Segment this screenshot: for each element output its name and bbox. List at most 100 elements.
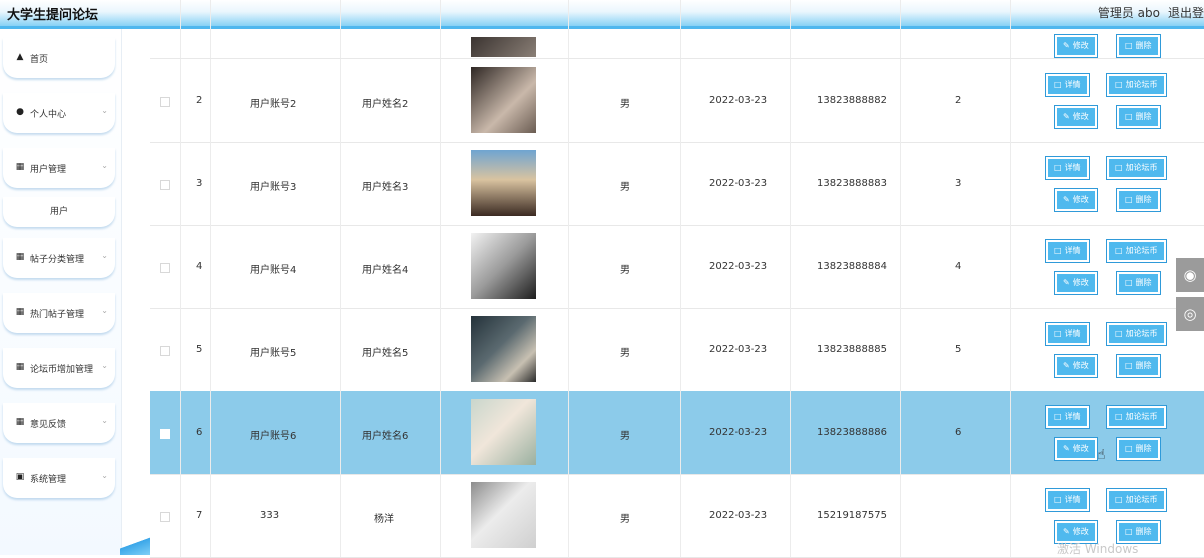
user-photo — [471, 482, 536, 548]
edit-icon: ✎ — [1063, 527, 1070, 536]
row-coins: 4 — [955, 261, 962, 272]
trash-icon: □ — [1125, 195, 1133, 204]
sidebar-item-coin-increase[interactable]: ▦ 论坛币增加管理 ⌄ — [3, 348, 115, 388]
row-date: 2022-03-23 — [709, 344, 768, 355]
add-coin-button[interactable]: □ 加论坛币 — [1107, 323, 1166, 345]
detail-icon: □ — [1054, 80, 1062, 89]
delete-button[interactable]: □ 删除 — [1117, 355, 1160, 377]
delete-button[interactable]: □ 删除 — [1117, 189, 1160, 211]
edit-icon: ✎ — [1063, 444, 1070, 453]
user-photo — [471, 37, 536, 57]
row-id: 2 — [196, 95, 203, 106]
sidebar-subitem-user[interactable]: 用户 — [3, 197, 115, 227]
delete-button[interactable]: □ 删除 — [1117, 106, 1160, 128]
edit-icon: ✎ — [1063, 195, 1070, 204]
row-gender: 男 — [620, 514, 630, 525]
chevron-down-icon: ⌄ — [101, 471, 108, 480]
trash-icon: □ — [1125, 278, 1133, 287]
row-name: 用户姓名3 — [362, 182, 409, 193]
row-checkbox[interactable] — [160, 429, 170, 439]
row-id: 4 — [196, 261, 203, 272]
delete-button[interactable]: □ 删除 — [1117, 438, 1160, 460]
delete-button[interactable]: □ 删除 — [1117, 272, 1160, 294]
sidebar-item-hot-posts[interactable]: ▦ 热门帖子管理 ⌄ — [3, 293, 115, 333]
grid-icon: ▦ — [15, 417, 25, 427]
add-coin-button[interactable]: □ 加论坛币 — [1107, 240, 1166, 262]
edit-button[interactable]: ✎ 修改 — [1055, 106, 1097, 128]
detail-icon: □ — [1054, 495, 1062, 504]
chevron-down-icon: ⌄ — [101, 161, 108, 170]
add-coin-button[interactable]: □ 加论坛币 — [1107, 406, 1166, 428]
row-coins: 3 — [955, 178, 962, 189]
edit-button[interactable]: ✎ 修改 — [1055, 189, 1097, 211]
edit-icon: ✎ — [1063, 361, 1070, 370]
grid-icon: ▦ — [15, 252, 25, 262]
chevron-down-icon: ⌄ — [101, 416, 108, 425]
row-checkbox[interactable] — [160, 512, 170, 522]
detail-button[interactable]: □ 详情 — [1046, 323, 1089, 345]
row-checkbox[interactable] — [160, 97, 170, 107]
detail-button[interactable]: □ 详情 — [1046, 74, 1089, 96]
add-coin-button[interactable]: □ 加论坛币 — [1107, 157, 1166, 179]
chevron-down-icon: ⌄ — [101, 306, 108, 315]
detail-button[interactable]: □ 详情 — [1046, 157, 1089, 179]
grid-icon: ▦ — [15, 307, 25, 317]
sidebar-item-label: 个人中心 — [30, 110, 67, 120]
chevron-down-icon: ⌄ — [101, 361, 108, 370]
hand-cursor-icon: ☝ — [1097, 447, 1106, 463]
row-checkbox[interactable] — [160, 263, 170, 273]
edit-button[interactable]: ✎ 修改 — [1055, 355, 1097, 377]
site-title: 大学生提问论坛 — [7, 8, 99, 23]
edit-icon: ✎ — [1063, 278, 1070, 287]
target-icon[interactable]: ◎ — [1176, 297, 1204, 331]
edit-button[interactable]: ✎ 修改 — [1055, 35, 1097, 57]
edit-button[interactable]: ✎ 修改 — [1055, 438, 1097, 460]
edit-button[interactable]: ✎ 修改 — [1055, 272, 1097, 294]
checkbox-icon: ▣ — [15, 472, 25, 482]
detail-button[interactable]: □ 详情 — [1046, 240, 1089, 262]
row-account: 333 — [260, 510, 280, 521]
sidebar-item-system[interactable]: ▣ 系统管理 ⌄ — [3, 458, 115, 498]
row-name: 用户姓名4 — [362, 265, 409, 276]
detail-button[interactable]: □ 详情 — [1046, 489, 1089, 511]
row-gender: 男 — [620, 431, 630, 442]
sidebar-item-feedback[interactable]: ▦ 意见反馈 ⌄ — [3, 403, 115, 443]
trash-icon: □ — [1125, 444, 1133, 453]
row-phone: 13823888886 — [817, 427, 887, 438]
coin-icon: □ — [1115, 80, 1123, 89]
detail-icon: □ — [1054, 329, 1062, 338]
coin-icon: □ — [1115, 495, 1123, 504]
sidebar: ▲ 首页 ● 个人中心 ⌄ ▦ 用户管理 ⌄ 用户 ▦ 帖子分类管理 ⌄ ▦ 热… — [0, 29, 122, 555]
table-row: 6 用户账号6 用户姓名6 男 2022-03-23 13823888886 6… — [150, 391, 1204, 475]
person-icon: ● — [16, 107, 24, 117]
row-coins: 5 — [955, 344, 962, 355]
row-date: 2022-03-23 — [709, 95, 768, 106]
sidebar-item-personal-center[interactable]: ● 个人中心 ⌄ — [3, 93, 115, 133]
detail-icon: □ — [1054, 163, 1062, 172]
row-gender: 男 — [620, 265, 630, 276]
sidebar-decoration — [120, 534, 150, 555]
row-account: 用户账号5 — [250, 348, 297, 359]
sidebar-item-home[interactable]: ▲ 首页 — [3, 38, 115, 78]
row-checkbox[interactable] — [160, 346, 170, 356]
user-photo — [471, 233, 536, 299]
sidebar-item-user-management[interactable]: ▦ 用户管理 ⌄ — [3, 148, 115, 188]
row-account: 用户账号2 — [250, 99, 297, 110]
coin-icon: □ — [1115, 163, 1123, 172]
row-phone: 13823888882 — [817, 95, 887, 106]
sidebar-item-label: 首页 — [30, 55, 49, 65]
sidebar-item-label: 帖子分类管理 — [30, 255, 85, 265]
camera-icon[interactable]: ◉ — [1176, 258, 1204, 292]
row-name: 用户姓名5 — [362, 348, 409, 359]
row-phone: 13823888885 — [817, 344, 887, 355]
detail-icon: □ — [1054, 246, 1062, 255]
row-checkbox[interactable] — [160, 180, 170, 190]
sidebar-item-post-category[interactable]: ▦ 帖子分类管理 ⌄ — [3, 238, 115, 278]
add-coin-button[interactable]: □ 加论坛币 — [1107, 489, 1166, 511]
user-table: ✎ 修改 □ 删除 2 用户账号2 用户姓名2 男 2022-03-23 13823… — [150, 0, 1204, 558]
add-coin-button[interactable]: □ 加论坛币 — [1107, 74, 1166, 96]
detail-button[interactable]: □ 详情 — [1046, 406, 1089, 428]
row-name: 杨洋 — [374, 514, 394, 525]
row-id: 7 — [196, 510, 203, 521]
delete-button[interactable]: □ 删除 — [1117, 35, 1160, 57]
